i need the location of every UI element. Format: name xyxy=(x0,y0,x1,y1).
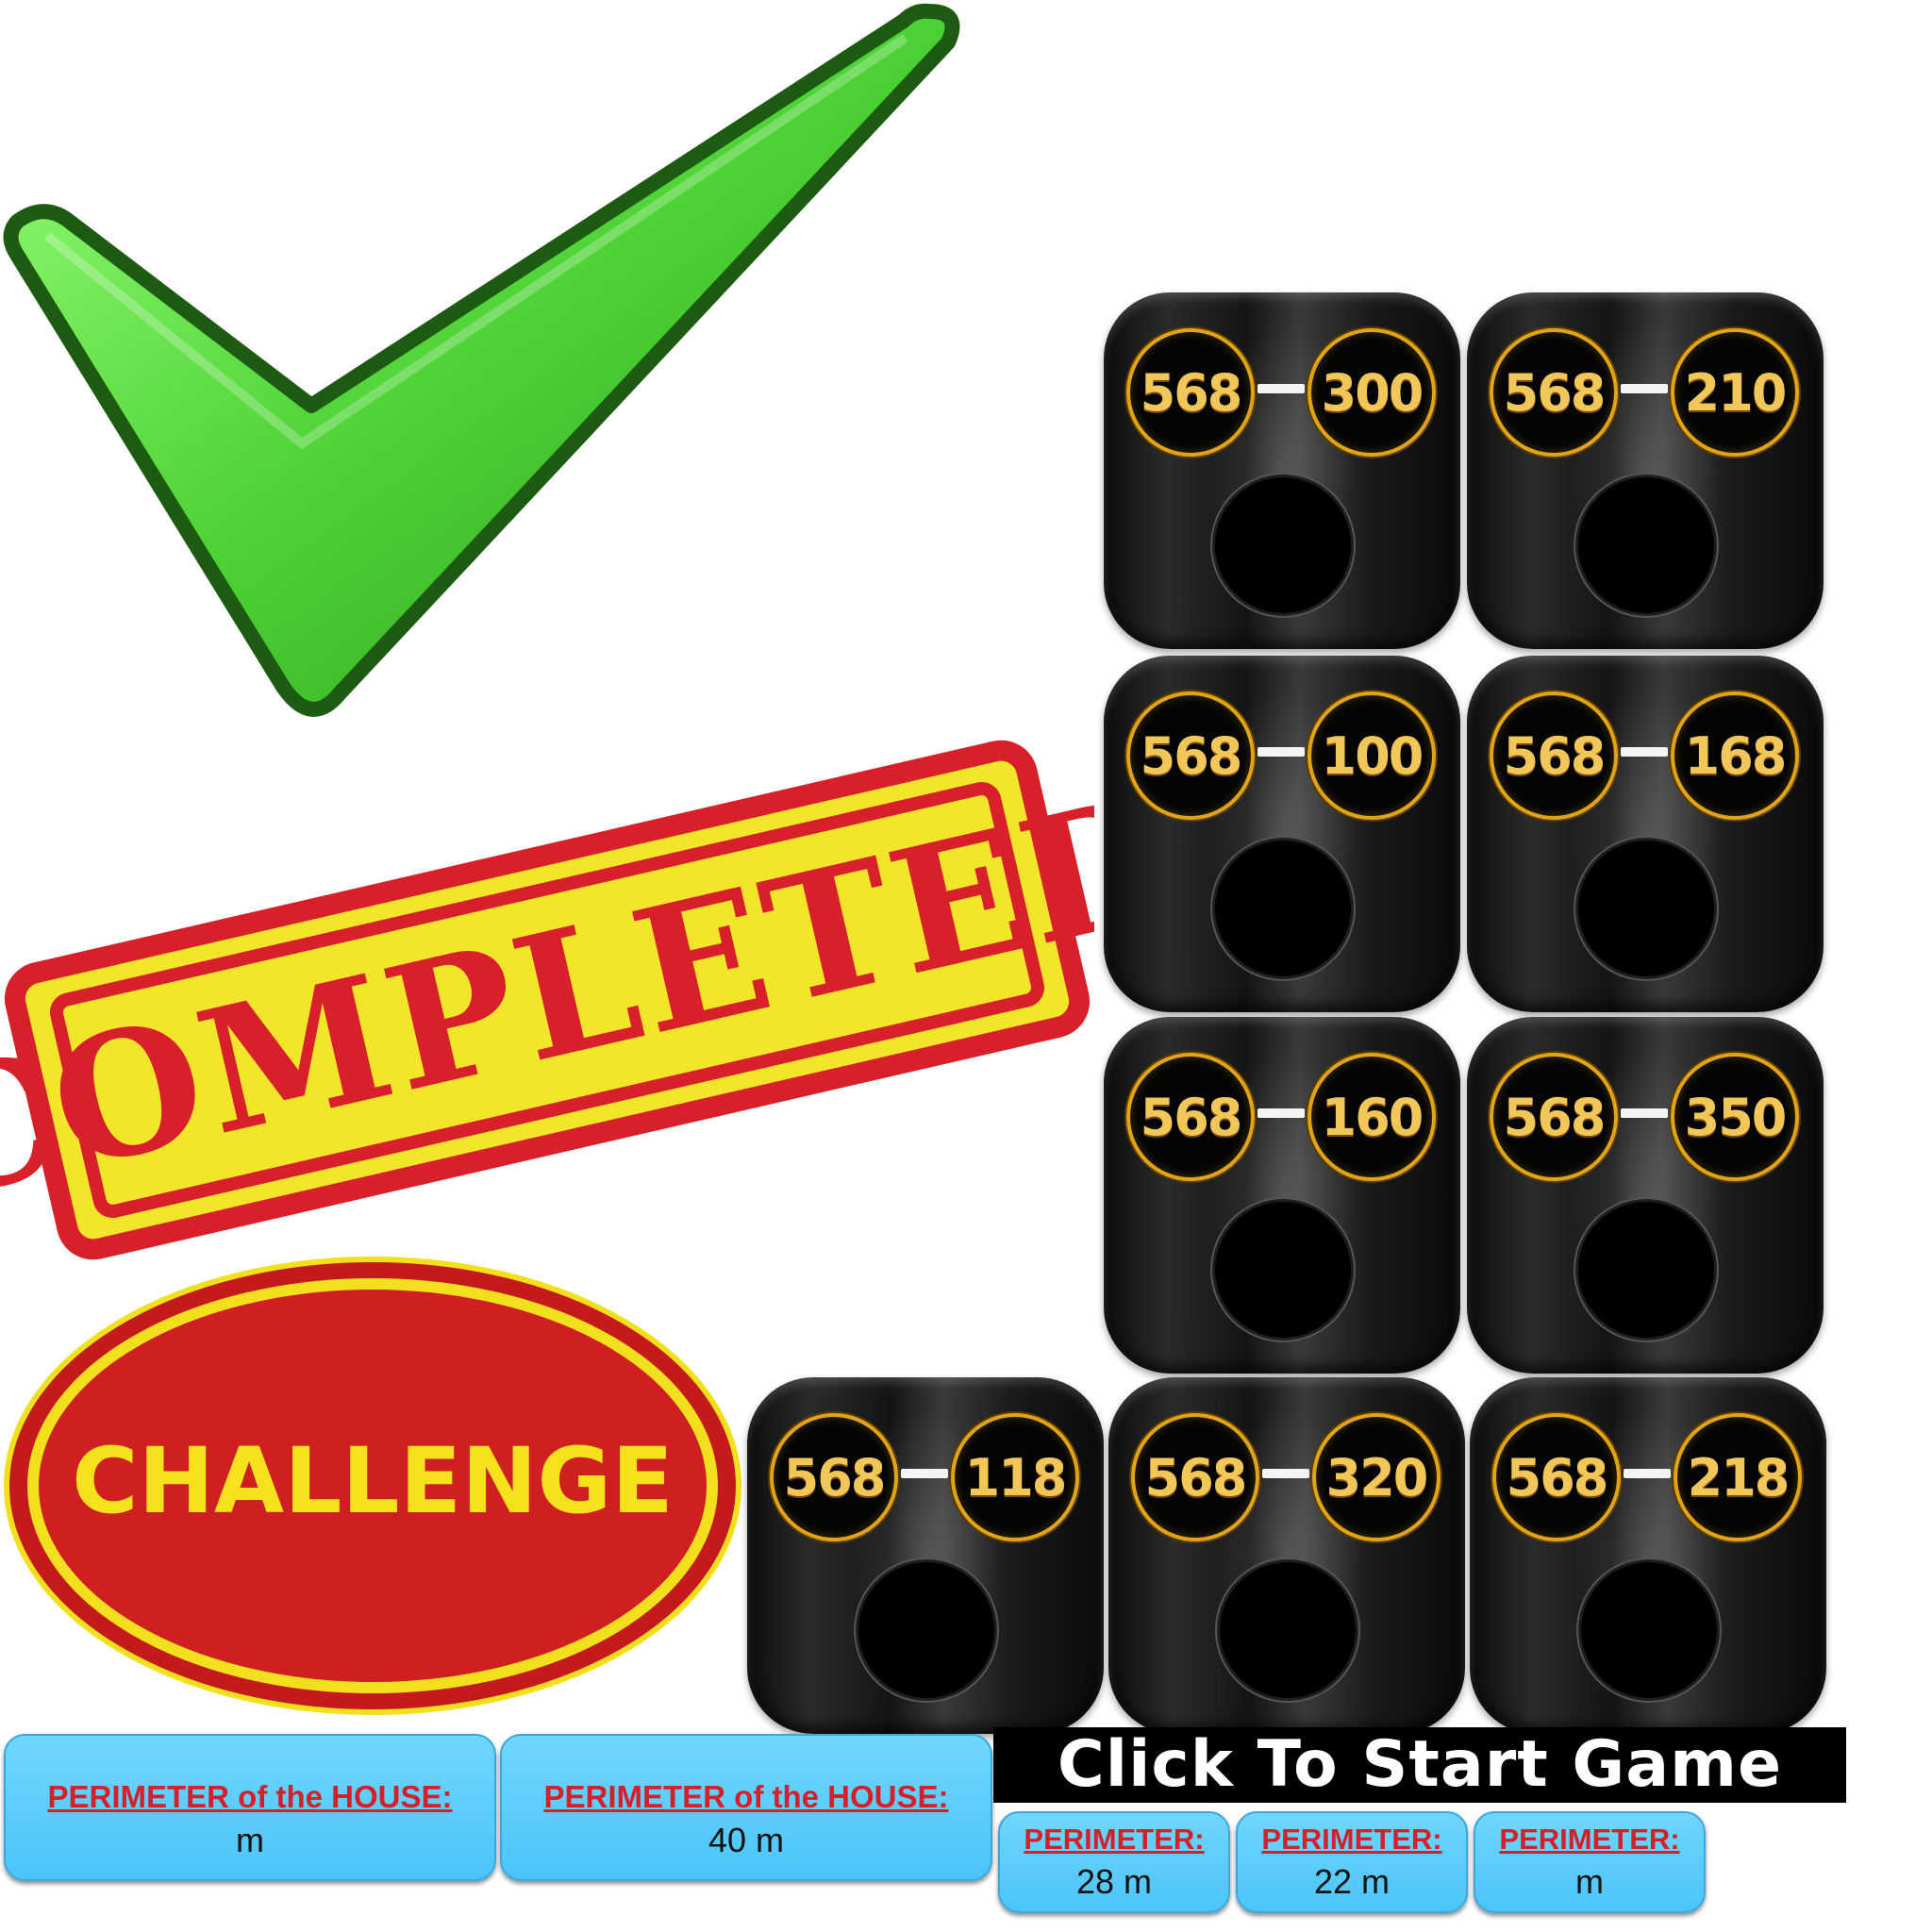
perimeter-value: 28 m xyxy=(1075,1862,1153,1901)
subtrahend: 118 xyxy=(951,1413,1079,1541)
perimeter-value: m xyxy=(1575,1862,1604,1901)
problem-tile[interactable]: 568 168 xyxy=(1467,656,1824,1012)
answer-slot[interactable] xyxy=(1220,1562,1356,1698)
perimeter-label: PERIMETER: xyxy=(1499,1823,1680,1856)
minus-icon xyxy=(1621,1108,1668,1118)
minuend: 568 xyxy=(1490,1053,1618,1181)
subtrahend: 168 xyxy=(1671,691,1799,820)
answer-slot[interactable] xyxy=(1578,841,1714,976)
house-perimeter-card: PERIMETER of the HOUSE: 40 m xyxy=(500,1734,992,1881)
house-perimeter-label: PERIMETER of the HOUSE: xyxy=(47,1779,453,1814)
minuend: 568 xyxy=(1490,328,1618,457)
subtrahend: 100 xyxy=(1307,691,1436,820)
minus-icon xyxy=(1257,1108,1305,1118)
problem-tile[interactable]: 568 100 xyxy=(1104,656,1460,1012)
minus-icon xyxy=(901,1469,948,1478)
completed-stamp-text: COMPLETED xyxy=(0,757,1094,1240)
minuend: 568 xyxy=(1126,691,1255,820)
minuend: 568 xyxy=(1126,328,1255,457)
minus-icon xyxy=(1624,1469,1671,1478)
answer-slot[interactable] xyxy=(1215,477,1351,613)
minus-icon xyxy=(1621,747,1668,757)
problem-tile[interactable]: 568 300 xyxy=(1104,292,1460,649)
house-perimeter-card: PERIMETER of the HOUSE: m xyxy=(4,1734,496,1881)
problem-tile[interactable]: 568 210 xyxy=(1467,292,1824,649)
house-perimeter-value: m xyxy=(236,1821,264,1859)
house-perimeter-label: PERIMETER of the HOUSE: xyxy=(543,1779,949,1814)
minuend: 568 xyxy=(1490,691,1618,820)
answer-slot[interactable] xyxy=(1215,1202,1351,1338)
minus-icon xyxy=(1262,1469,1309,1478)
perimeter-label: PERIMETER: xyxy=(1024,1823,1205,1856)
minus-icon xyxy=(1257,384,1305,393)
minuend: 568 xyxy=(770,1413,898,1541)
problem-tile[interactable]: 568 160 xyxy=(1104,1017,1460,1374)
answer-slot[interactable] xyxy=(1578,477,1714,613)
problem-tile[interactable]: 568 218 xyxy=(1470,1377,1826,1734)
subtrahend: 350 xyxy=(1671,1053,1799,1181)
subtrahend: 210 xyxy=(1671,328,1799,457)
perimeter-card: PERIMETER: 28 m xyxy=(998,1811,1230,1913)
completed-stamp: COMPLETED xyxy=(0,740,1094,1260)
challenge-stamp: CHALLENGE xyxy=(4,1257,741,1715)
perimeter-card: PERIMETER: m xyxy=(1474,1811,1706,1913)
subtrahend: 218 xyxy=(1674,1413,1802,1541)
minus-icon xyxy=(1621,384,1668,393)
perimeter-card: PERIMETER: 22 m xyxy=(1236,1811,1468,1913)
problem-tile[interactable]: 568 118 xyxy=(747,1377,1104,1734)
minuend: 568 xyxy=(1131,1413,1259,1541)
subtrahend: 300 xyxy=(1307,328,1436,457)
problem-tile[interactable]: 568 350 xyxy=(1467,1017,1824,1374)
check-mark-icon xyxy=(3,3,960,717)
minuend: 568 xyxy=(1126,1053,1255,1181)
house-perimeter-value: 40 m xyxy=(708,1821,785,1859)
subtrahend: 160 xyxy=(1307,1053,1436,1181)
minus-icon xyxy=(1257,747,1305,757)
perimeter-value: 22 m xyxy=(1313,1862,1391,1901)
start-game-button[interactable]: Click To Start Game xyxy=(993,1727,1846,1803)
challenge-stamp-text: CHALLENGE xyxy=(72,1428,674,1534)
minuend: 568 xyxy=(1492,1413,1621,1541)
answer-slot[interactable] xyxy=(858,1562,994,1698)
answer-slot[interactable] xyxy=(1581,1562,1717,1698)
problem-tile[interactable]: 568 320 xyxy=(1108,1377,1465,1734)
answer-slot[interactable] xyxy=(1215,841,1351,976)
perimeter-label: PERIMETER: xyxy=(1261,1823,1442,1856)
subtrahend: 320 xyxy=(1312,1413,1441,1541)
answer-slot[interactable] xyxy=(1578,1202,1714,1338)
